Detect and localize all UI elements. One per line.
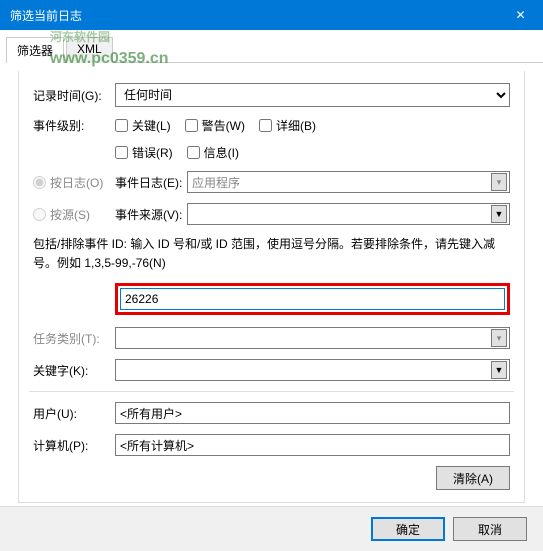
input-user[interactable] (115, 402, 510, 424)
combo-keyword[interactable]: ▼ (115, 359, 510, 381)
event-id-highlight (115, 283, 510, 315)
checkbox-critical[interactable]: 关键(L) (115, 117, 171, 134)
chevron-down-icon: ▾ (491, 173, 507, 191)
label-task-category: 任务类别(T): (33, 330, 115, 347)
select-log-time[interactable]: 任何时间 (115, 83, 510, 107)
label-keyword: 关键字(K): (33, 362, 115, 379)
chevron-down-icon: ▼ (491, 361, 507, 379)
window-title: 筛选当前日志 (10, 7, 498, 24)
cancel-button[interactable]: 取消 (453, 517, 527, 541)
label-event-log: 事件日志(E): (115, 174, 187, 191)
radio-by-log[interactable]: 按日志(O) (33, 174, 115, 191)
label-log-time: 记录时间(G): (33, 87, 115, 104)
combo-event-log[interactable]: 应用程序▾ (187, 171, 510, 193)
chevron-down-icon: ▾ (491, 329, 507, 347)
clear-button[interactable]: 清除(A) (436, 466, 510, 490)
combo-task-category: ▾ (115, 327, 510, 349)
tab-filter[interactable]: 筛选器 (6, 37, 64, 63)
checkbox-warning[interactable]: 警告(W) (185, 117, 245, 134)
tab-xml[interactable]: XML (66, 37, 113, 63)
combo-event-source[interactable]: ▼ (187, 203, 510, 225)
checkbox-info[interactable]: 信息(I) (187, 144, 239, 161)
label-event-source: 事件来源(V): (115, 206, 187, 223)
input-computer[interactable] (115, 434, 510, 456)
dialog-footer: 确定 取消 (0, 506, 543, 551)
tab-bar: 筛选器 XML (6, 36, 543, 63)
label-level: 事件级别: (33, 117, 115, 134)
label-computer: 计算机(P): (33, 437, 115, 454)
radio-by-source[interactable]: 按源(S) (33, 206, 115, 223)
ok-button[interactable]: 确定 (371, 517, 445, 541)
input-event-id[interactable] (120, 288, 505, 310)
event-id-hint: 包括/排除事件 ID: 输入 ID 号和/或 ID 范围，使用逗号分隔。若要排除… (33, 235, 510, 273)
checkbox-error[interactable]: 错误(R) (115, 144, 173, 161)
close-button[interactable]: ✕ (498, 0, 543, 30)
close-icon: ✕ (515, 8, 525, 22)
label-user: 用户(U): (33, 405, 115, 422)
chevron-down-icon: ▼ (491, 205, 507, 223)
checkbox-verbose[interactable]: 详细(B) (259, 117, 316, 134)
